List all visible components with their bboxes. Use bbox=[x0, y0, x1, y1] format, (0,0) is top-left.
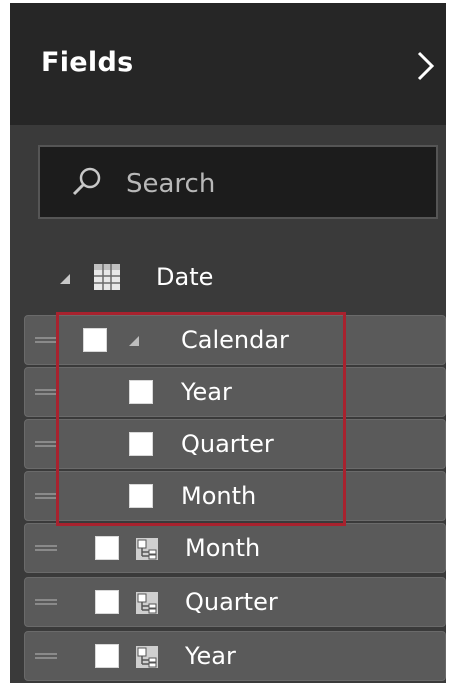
field-row-month[interactable]: Month bbox=[24, 523, 446, 573]
drag-handle-icon[interactable] bbox=[35, 652, 57, 660]
hierarchy-icon bbox=[136, 592, 158, 614]
drag-handle-icon[interactable] bbox=[35, 388, 57, 396]
pane-title: Fields bbox=[41, 47, 134, 78]
table-label: Date bbox=[156, 263, 214, 291]
field-label: Quarter bbox=[185, 588, 278, 616]
field-checkbox[interactable] bbox=[95, 590, 119, 614]
field-checkbox[interactable] bbox=[95, 644, 119, 668]
fields-pane: Fields Search Date Calendar Year Quarter… bbox=[10, 3, 446, 683]
highlight-box bbox=[56, 312, 346, 526]
chevron-right-icon[interactable] bbox=[414, 49, 438, 83]
field-label: Year bbox=[185, 642, 236, 670]
hierarchy-icon bbox=[136, 538, 158, 560]
table-icon bbox=[94, 264, 120, 290]
search-icon bbox=[72, 167, 101, 196]
hierarchy-icon bbox=[136, 646, 158, 668]
table-date[interactable]: Date bbox=[10, 253, 446, 307]
field-row-quarter[interactable]: Quarter bbox=[24, 577, 446, 627]
field-checkbox[interactable] bbox=[95, 536, 119, 560]
drag-handle-icon[interactable] bbox=[35, 336, 57, 344]
search-placeholder: Search bbox=[126, 169, 216, 199]
drag-handle-icon[interactable] bbox=[35, 492, 57, 500]
drag-handle-icon[interactable] bbox=[35, 598, 57, 606]
fields-pane-header: Fields bbox=[10, 3, 446, 125]
field-row-year[interactable]: Year bbox=[24, 631, 446, 681]
collapse-triangle-icon[interactable] bbox=[60, 274, 70, 284]
field-label: Month bbox=[185, 534, 261, 562]
drag-handle-icon[interactable] bbox=[35, 440, 57, 448]
search-input[interactable]: Search bbox=[38, 145, 438, 219]
drag-handle-icon[interactable] bbox=[35, 544, 57, 552]
